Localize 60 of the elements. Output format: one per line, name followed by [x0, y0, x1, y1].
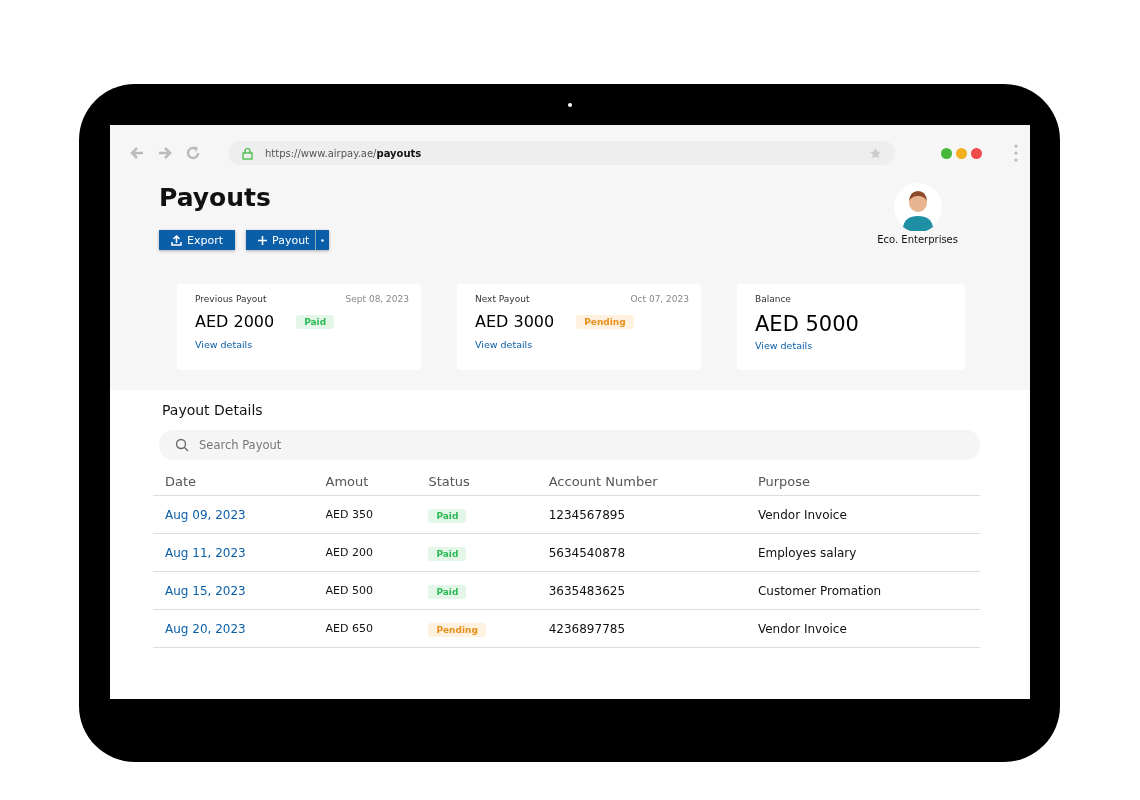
search-icon — [175, 438, 189, 452]
date-link[interactable]: Aug 20, 2023 — [165, 621, 246, 636]
status-badge: Paid — [428, 584, 467, 599]
url-text: https://www.airpay.ae/payouts — [265, 147, 423, 159]
plus-icon — [258, 235, 267, 245]
view-details-link[interactable]: View details — [475, 339, 689, 350]
account-number: 4236897785 — [548, 621, 626, 636]
view-details-link[interactable]: View details — [195, 339, 409, 350]
window-dot[interactable] — [941, 147, 952, 159]
card-amount: AED 3000 — [475, 312, 555, 331]
camera-dot — [568, 103, 572, 107]
date-link[interactable]: Aug 09, 2023 — [165, 507, 246, 522]
card-amount: AED 5000 — [755, 312, 859, 336]
status-badge: Pending — [576, 314, 634, 329]
status-badge: Paid — [296, 314, 335, 329]
dropdown-toggle[interactable] — [315, 230, 330, 250]
export-button[interactable]: Export — [159, 230, 235, 250]
column-header: Date — [153, 468, 314, 496]
card-label: Previous Payout — [195, 294, 267, 304]
card-amount: AED 2000 — [195, 312, 275, 331]
amount-text: AED 350 — [325, 508, 373, 521]
star-icon[interactable] — [870, 147, 881, 159]
upload-icon — [171, 234, 182, 246]
purpose-text: Vendor Invoice — [757, 507, 847, 522]
column-header: Purpose — [745, 468, 980, 496]
dot-icon — [321, 238, 325, 242]
reload-icon[interactable] — [184, 144, 202, 162]
address-bar[interactable]: https://www.airpay.ae/payouts — [228, 141, 895, 165]
more-menu-icon[interactable] — [1014, 144, 1018, 162]
date-link[interactable]: Aug 11, 2023 — [165, 545, 246, 560]
avatar-icon[interactable] — [893, 183, 942, 231]
date-link[interactable]: Aug 15, 2023 — [165, 583, 246, 598]
account-number: 1234567895 — [548, 507, 626, 522]
status-badge: Paid — [428, 508, 467, 523]
column-header: Status — [416, 468, 537, 496]
account-name: Eco. Enterprises — [877, 234, 958, 245]
window-dot[interactable] — [971, 147, 982, 159]
column-header: Account Number — [536, 468, 746, 496]
status-badge: Pending — [428, 622, 486, 637]
page-title: Payouts — [159, 183, 272, 212]
card-label: Balance — [755, 294, 791, 304]
column-header: Amout — [313, 468, 417, 496]
purpose-text: Customer Promation — [757, 583, 882, 598]
status-badge: Paid — [428, 546, 467, 561]
payout-button[interactable]: Payout — [246, 230, 316, 250]
lock-icon — [242, 146, 253, 160]
purpose-text: Employes salary — [757, 545, 857, 560]
card-date: Oct 07, 2023 — [630, 294, 689, 304]
card-label: Next Payout — [475, 294, 530, 304]
card-date: Sept 08, 2023 — [345, 294, 409, 304]
purpose-text: Vendor Invoice — [757, 621, 847, 636]
section-title: Payout Details — [162, 402, 264, 418]
amount-text: AED 650 — [325, 622, 373, 635]
view-details-link[interactable]: View details — [755, 340, 953, 351]
account-number: 3635483625 — [548, 583, 626, 598]
account-number: 5634540878 — [548, 545, 626, 560]
search-field[interactable]: Search Payout — [159, 430, 980, 460]
amount-text: AED 200 — [325, 546, 373, 559]
window-dot[interactable] — [956, 147, 967, 159]
amount-text: AED 500 — [325, 584, 373, 597]
